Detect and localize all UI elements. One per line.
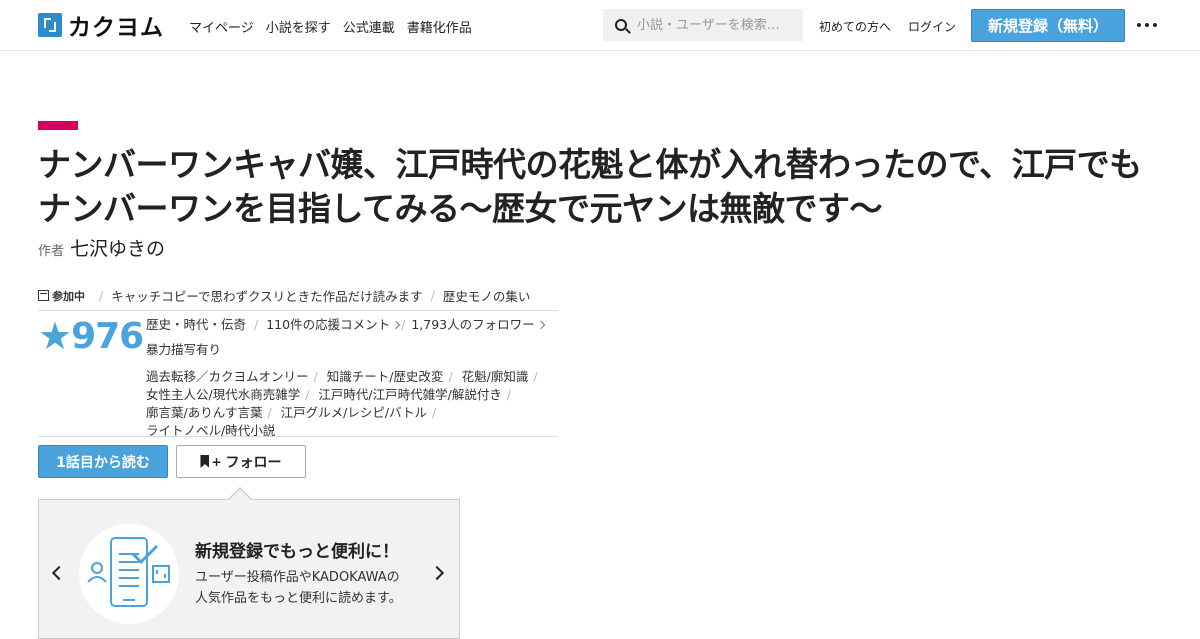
author-line: 作者 七沢ゆきの — [38, 234, 165, 261]
nav-item-official-series[interactable]: 公式連載 — [343, 17, 395, 36]
nav-item-find-novels[interactable]: 小説を探す — [266, 17, 331, 36]
plus-icon: + — [211, 454, 222, 469]
separator: / — [254, 317, 259, 332]
logo-text: カクヨム — [68, 15, 164, 41]
star-icon: ★ — [38, 314, 72, 358]
first-time-link[interactable]: 初めての方へ — [819, 18, 891, 35]
event-label: 参加中 — [52, 289, 85, 303]
search-box[interactable] — [603, 9, 803, 41]
read-first-episode-button[interactable]: 1話目から読む — [38, 445, 168, 478]
more-menu-icon[interactable] — [1137, 23, 1157, 27]
tag-link[interactable]: 江戸グルメ/レシピ/バトル — [281, 405, 427, 420]
separator: / — [430, 288, 435, 303]
tag-link[interactable]: 花魁/廓知識 — [462, 369, 529, 384]
main-nav: マイページ 小説を探す 公式連載 書籍化作品 — [189, 17, 472, 36]
title-accent-bar — [38, 121, 78, 130]
nav-item-mypage[interactable]: マイページ — [189, 17, 254, 36]
author-name-link[interactable]: 七沢ゆきの — [70, 234, 165, 261]
author-label: 作者 — [38, 244, 65, 259]
promo-text: ユーザー投稿作品やKADOKAWAの 人気作品をもっと便利に読めます。 — [195, 567, 435, 609]
work-title: ナンバーワンキャバ嬢、江戸時代の花魁と体が入れ替わったので、江戸でもナンバーワン… — [38, 145, 1142, 228]
star-count-value: 976 — [71, 315, 144, 357]
chevron-right-icon — [536, 320, 545, 330]
chevron-right-icon — [391, 320, 401, 330]
promo-text-line: ユーザー投稿作品やKADOKAWAの — [195, 570, 400, 585]
tag-link[interactable]: 廓言葉/ありんす言葉 — [146, 405, 262, 420]
star-count[interactable]: ★ 976 — [38, 314, 144, 358]
event-link[interactable]: 歴史モノの集い — [443, 286, 531, 305]
site-header: カクヨム マイページ 小説を探す 公式連載 書籍化作品 初めての方へ ログイン … — [0, 0, 1200, 51]
phone-document-icon — [87, 537, 170, 607]
tag-link[interactable]: 過去転移／カクヨムオンリー — [146, 369, 309, 384]
event-link[interactable]: キャッチコピーで思わずクスリときた作品だけ読みます — [111, 286, 422, 305]
promo-text-line: 人気作品をもっと便利に読めます。 — [195, 591, 402, 606]
signup-button[interactable]: 新規登録（無料） — [971, 9, 1125, 42]
login-link[interactable]: ログイン — [908, 18, 956, 35]
followers-link[interactable]: 1,793人のフォロワー — [411, 316, 534, 334]
follow-label: フォロー — [225, 454, 282, 471]
promo-title: 新規登録でもっと便利に！ — [195, 542, 399, 562]
tag-list: 過去転移／カクヨムオンリー / 知識チート/歴史改変 / 花魁/廓知識 / 女性主人公… — [146, 369, 538, 438]
content-warning: 暴力描写有り — [146, 342, 222, 357]
logo-mark-icon — [38, 13, 62, 37]
divider — [38, 436, 558, 437]
separator: / — [401, 317, 406, 332]
search-icon[interactable] — [615, 19, 627, 31]
follow-button[interactable]: + フォロー — [176, 445, 306, 478]
search-input[interactable] — [637, 17, 797, 33]
event-participation: 参加中 / キャッチコピーで思わずクスリときた作品だけ読みます / 歴史モノの集… — [38, 286, 530, 305]
promo-illustration — [79, 524, 179, 624]
tag-link[interactable]: 女性主人公/現代水商売雑学 — [146, 387, 300, 402]
work-meta: 歴史・時代・伝奇 / 110件の応援コメント / 1,793人のフォロワー 暴力… — [146, 316, 566, 440]
comments-link[interactable]: 110件の応援コメント — [266, 316, 390, 334]
promo-caret-inner — [229, 489, 251, 500]
tag-link[interactable]: 知識チート/歴史改変 — [327, 369, 444, 384]
calendar-icon — [38, 290, 49, 301]
nav-item-published-works[interactable]: 書籍化作品 — [407, 17, 472, 36]
genre-link[interactable]: 歴史・時代・伝奇 — [146, 316, 246, 334]
tag-link[interactable]: 江戸時代/江戸時代雑学/解説付き — [318, 387, 501, 402]
bookmark-icon — [200, 455, 210, 468]
divider — [38, 310, 558, 311]
site-logo[interactable]: カクヨム — [38, 12, 164, 41]
separator: / — [99, 288, 104, 303]
